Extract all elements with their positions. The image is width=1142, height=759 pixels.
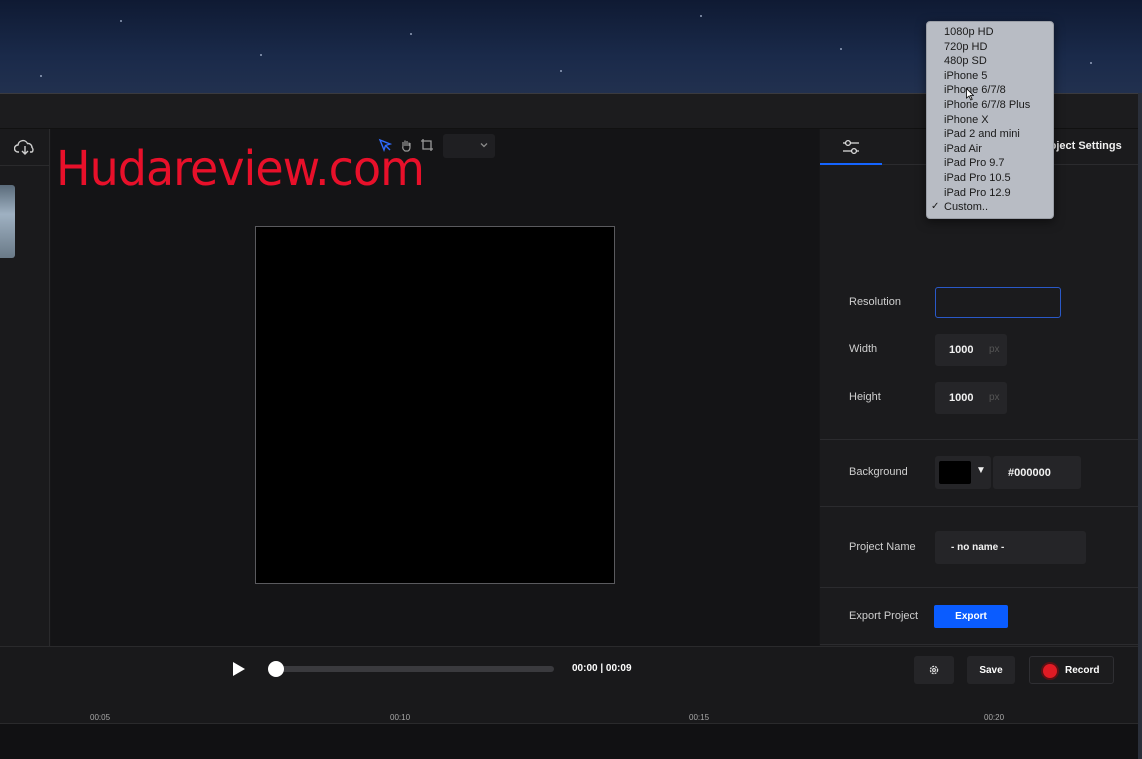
- canvas-area: Hudareview.com: [51, 129, 819, 646]
- timeline-tick: 00:15: [689, 713, 710, 722]
- height-value: 1000: [949, 392, 974, 404]
- menu-item[interactable]: iPad Pro 12.9: [927, 186, 1053, 201]
- hand-icon[interactable]: [399, 138, 413, 152]
- export-button[interactable]: Export: [934, 605, 1008, 628]
- menu-item-label: 1080p HD: [944, 26, 994, 38]
- checkmark-icon: ✓: [931, 201, 940, 213]
- sliders-icon: [843, 139, 859, 155]
- timeline-tick: 00:05: [90, 713, 111, 722]
- background-hex-value: #000000: [1008, 467, 1051, 479]
- caret-down-icon: ▼: [976, 465, 986, 476]
- menu-item[interactable]: 720p HD: [927, 40, 1053, 55]
- menu-item[interactable]: iPhone X: [927, 113, 1053, 128]
- zoom-select[interactable]: [443, 134, 495, 158]
- play-icon[interactable]: [232, 661, 246, 677]
- menu-item[interactable]: iPad 2 and mini: [927, 127, 1053, 142]
- save-button[interactable]: Save: [967, 656, 1015, 684]
- menu-item[interactable]: ✓ Custom..: [927, 200, 1053, 215]
- timeline[interactable]: 00:05 00:10 00:15 00:20: [0, 704, 1138, 759]
- menu-item-label: iPad 2 and mini: [944, 128, 1020, 141]
- width-field[interactable]: 1000 px: [935, 334, 1007, 366]
- timeline-tick: 00:10: [390, 713, 411, 722]
- color-swatch: [939, 461, 971, 484]
- menu-item-label: iPhone 6/7/8: [944, 84, 1006, 97]
- gear-icon: [929, 665, 939, 675]
- menu-item-label: Custom..: [944, 201, 989, 214]
- menu-item-label: iPhone X: [944, 113, 989, 126]
- menu-item-label: iPad Pro 12.9: [944, 186, 1011, 199]
- record-button[interactable]: Record: [1029, 656, 1114, 684]
- resolution-select[interactable]: [935, 287, 1061, 318]
- menu-item[interactable]: iPhone 5: [927, 69, 1053, 84]
- watermark-text: Hudareview.com: [56, 139, 425, 197]
- crop-icon[interactable]: [420, 138, 434, 152]
- chevron-down-icon: [480, 143, 488, 148]
- cloud-upload-icon[interactable]: [14, 139, 36, 155]
- tab-settings[interactable]: [820, 129, 882, 165]
- project-name-field[interactable]: - no name -: [935, 531, 1086, 564]
- resolution-dropdown-menu[interactable]: 1080p HD 720p HD 480p SD iPhone 5 iPhone 6/7…: [926, 21, 1054, 219]
- background-label: Background: [849, 466, 908, 478]
- time-readout: 00:00 | 00:09: [572, 663, 632, 674]
- media-thumbnail[interactable]: [0, 185, 15, 258]
- width-unit: px: [989, 344, 1000, 355]
- background-color-picker[interactable]: ▼: [935, 456, 991, 489]
- width-value: 1000: [949, 344, 974, 356]
- media-sidebar: [0, 129, 50, 646]
- divider: [820, 439, 1138, 440]
- resolution-label: Resolution: [849, 296, 901, 308]
- timeline-tick: 00:20: [984, 713, 1005, 722]
- width-label: Width: [849, 343, 878, 355]
- height-field[interactable]: 1000 px: [935, 382, 1007, 414]
- scrubber-handle[interactable]: [268, 661, 284, 677]
- window-edge: [1138, 93, 1142, 759]
- export-project-label: Export Project: [849, 610, 919, 622]
- project-canvas[interactable]: [255, 226, 615, 584]
- height-unit: px: [989, 392, 1000, 403]
- menu-item-label: iPhone 6/7/8 Plus: [944, 98, 1031, 111]
- menu-item[interactable]: iPad Air: [927, 142, 1053, 157]
- settings-button[interactable]: [914, 656, 954, 684]
- menu-item-label: 480p SD: [944, 55, 987, 68]
- record-label: Record: [1065, 665, 1100, 676]
- divider: [820, 644, 1138, 645]
- menu-item-label: iPhone 5: [944, 69, 988, 82]
- select-arrow-icon[interactable]: [378, 138, 392, 152]
- menu-item[interactable]: 480p SD: [927, 54, 1053, 69]
- height-label: Height: [849, 391, 881, 403]
- menu-item[interactable]: iPad Pro 10.5: [927, 171, 1053, 186]
- menu-item[interactable]: 1080p HD: [927, 25, 1053, 40]
- menu-item[interactable]: iPhone 6/7/8 Plus: [927, 98, 1053, 113]
- project-name-label: Project Name: [849, 541, 916, 553]
- divider: [820, 587, 1138, 588]
- menu-item-label: iPad Pro 10.5: [944, 171, 1011, 184]
- menu-item-label: iPad Pro 9.7: [944, 157, 1005, 170]
- background-hex-field[interactable]: #000000: [993, 456, 1081, 489]
- mouse-cursor-icon: [966, 88, 974, 101]
- playback-bar: 00:00 | 00:09 Save Record: [0, 646, 1138, 704]
- record-dot-icon: [1043, 664, 1057, 678]
- scrubber-track[interactable]: [270, 666, 554, 672]
- menu-item[interactable]: iPhone 6/7/8: [927, 83, 1053, 98]
- divider: [0, 165, 50, 166]
- menu-item[interactable]: iPad Pro 9.7: [927, 156, 1053, 171]
- timeline-ruler: 00:05 00:10 00:15 00:20: [0, 704, 1138, 724]
- menu-item-label: 720p HD: [944, 40, 988, 53]
- project-name-value: - no name -: [951, 542, 1005, 553]
- divider: [820, 506, 1138, 507]
- menu-item-label: iPad Air: [944, 142, 982, 155]
